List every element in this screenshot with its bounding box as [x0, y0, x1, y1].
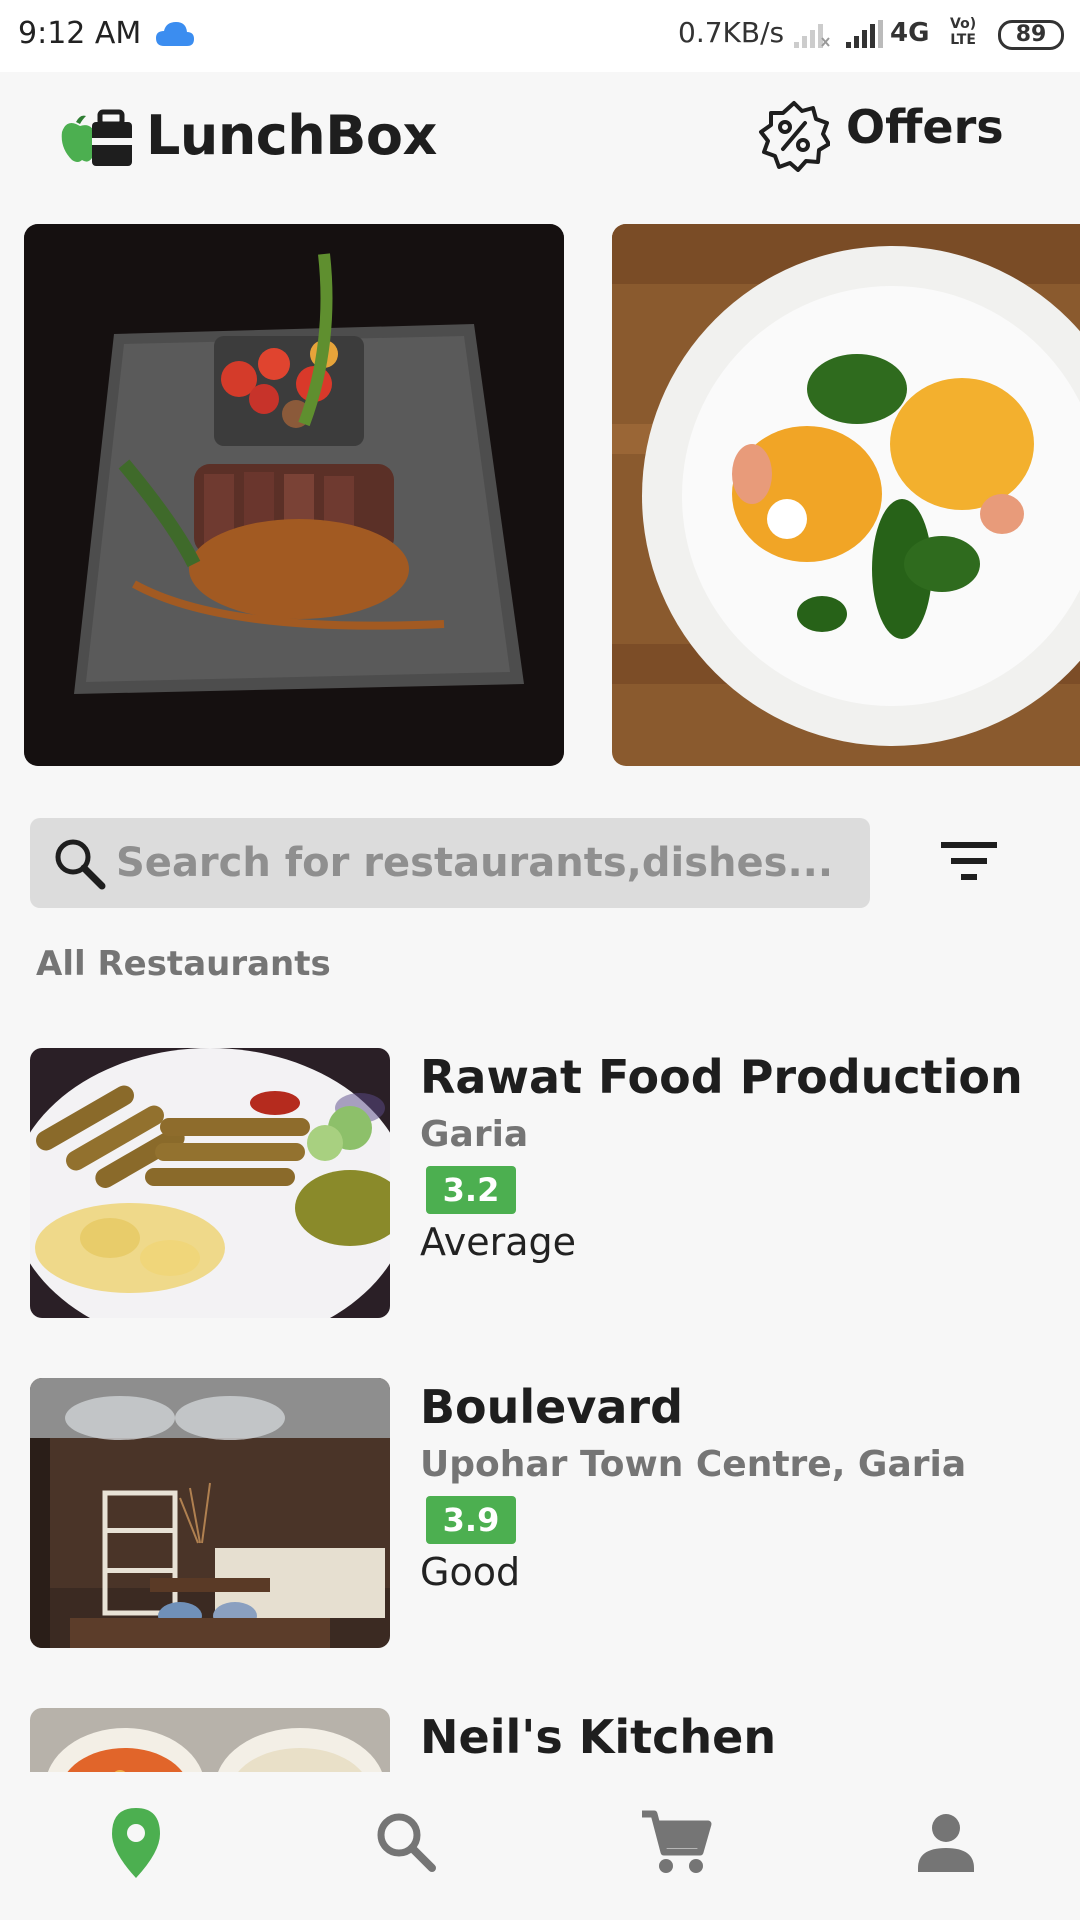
- restaurant-name[interactable]: Neil's Kitchen: [420, 1710, 776, 1764]
- network-type: 4G: [890, 18, 930, 48]
- restaurant-location: Upohar Town Centre, Garia: [420, 1444, 967, 1485]
- rating-text: Average: [420, 1220, 577, 1264]
- restaurant-interior-image: [30, 1378, 390, 1648]
- cart-icon[interactable]: [636, 1802, 716, 1882]
- rating-text: Good: [420, 1550, 521, 1594]
- signal-icon: [846, 20, 883, 48]
- app-header: LunchBox Offers: [0, 72, 1080, 222]
- restaurant-thumbnail[interactable]: [30, 1378, 390, 1648]
- steak-dish-image: [24, 224, 564, 766]
- signal-weak-icon: [794, 24, 830, 48]
- location-pin-icon[interactable]: [96, 1802, 176, 1882]
- offers-button[interactable]: Offers: [846, 100, 1004, 154]
- section-title-all-restaurants: All Restaurants: [36, 944, 331, 984]
- network-speed: 0.7KB/s: [678, 16, 785, 49]
- curry-bowls-image: [30, 1708, 390, 1772]
- status-bar: 9:12 AM 0.7KB/s 4G Vo) LTE 89: [0, 0, 1080, 72]
- rating-badge: 3.2: [426, 1166, 516, 1214]
- banner-steak-dish[interactable]: [24, 224, 564, 766]
- offers-badge-icon[interactable]: [758, 100, 830, 172]
- search-bar[interactable]: [30, 818, 870, 908]
- restaurant-list[interactable]: Rawat Food Production Garia 3.2 Average: [0, 1030, 1080, 1772]
- restaurant-location: Garia: [420, 1114, 529, 1155]
- search-input[interactable]: [116, 818, 856, 908]
- search-nav-icon[interactable]: [366, 1802, 446, 1882]
- restaurant-card[interactable]: Rawat Food Production Garia 3.2 Average: [0, 1030, 1080, 1320]
- banner-eggs-benedict[interactable]: [612, 224, 1080, 766]
- cloud-icon: [156, 22, 194, 46]
- status-time: 9:12 AM: [18, 16, 142, 51]
- restaurant-thumbnail[interactable]: [30, 1708, 390, 1772]
- profile-icon[interactable]: [906, 1802, 986, 1882]
- restaurant-name[interactable]: Rawat Food Production: [420, 1050, 1023, 1104]
- restaurant-name[interactable]: Boulevard: [420, 1380, 683, 1434]
- rating-badge: 3.9: [426, 1496, 516, 1544]
- lunchbox-logo-icon: [61, 109, 132, 166]
- eggs-benedict-image: [612, 224, 1080, 766]
- restaurant-thumbnail[interactable]: [30, 1048, 390, 1318]
- restaurant-card[interactable]: Boulevard Upohar Town Centre, Garia 3.9 …: [0, 1360, 1080, 1650]
- search-icon: [55, 839, 106, 890]
- bottom-navigation: [0, 1772, 1080, 1920]
- banner-carousel[interactable]: [0, 224, 1080, 766]
- battery-indicator: 89: [998, 20, 1064, 50]
- filter-icon[interactable]: [936, 832, 1002, 890]
- brand-title: LunchBox: [146, 104, 437, 167]
- volte-indicator: Vo) LTE: [950, 16, 977, 48]
- restaurant-card[interactable]: Neil's Kitchen: [0, 1690, 1080, 1772]
- kebab-plate-image: [30, 1048, 390, 1318]
